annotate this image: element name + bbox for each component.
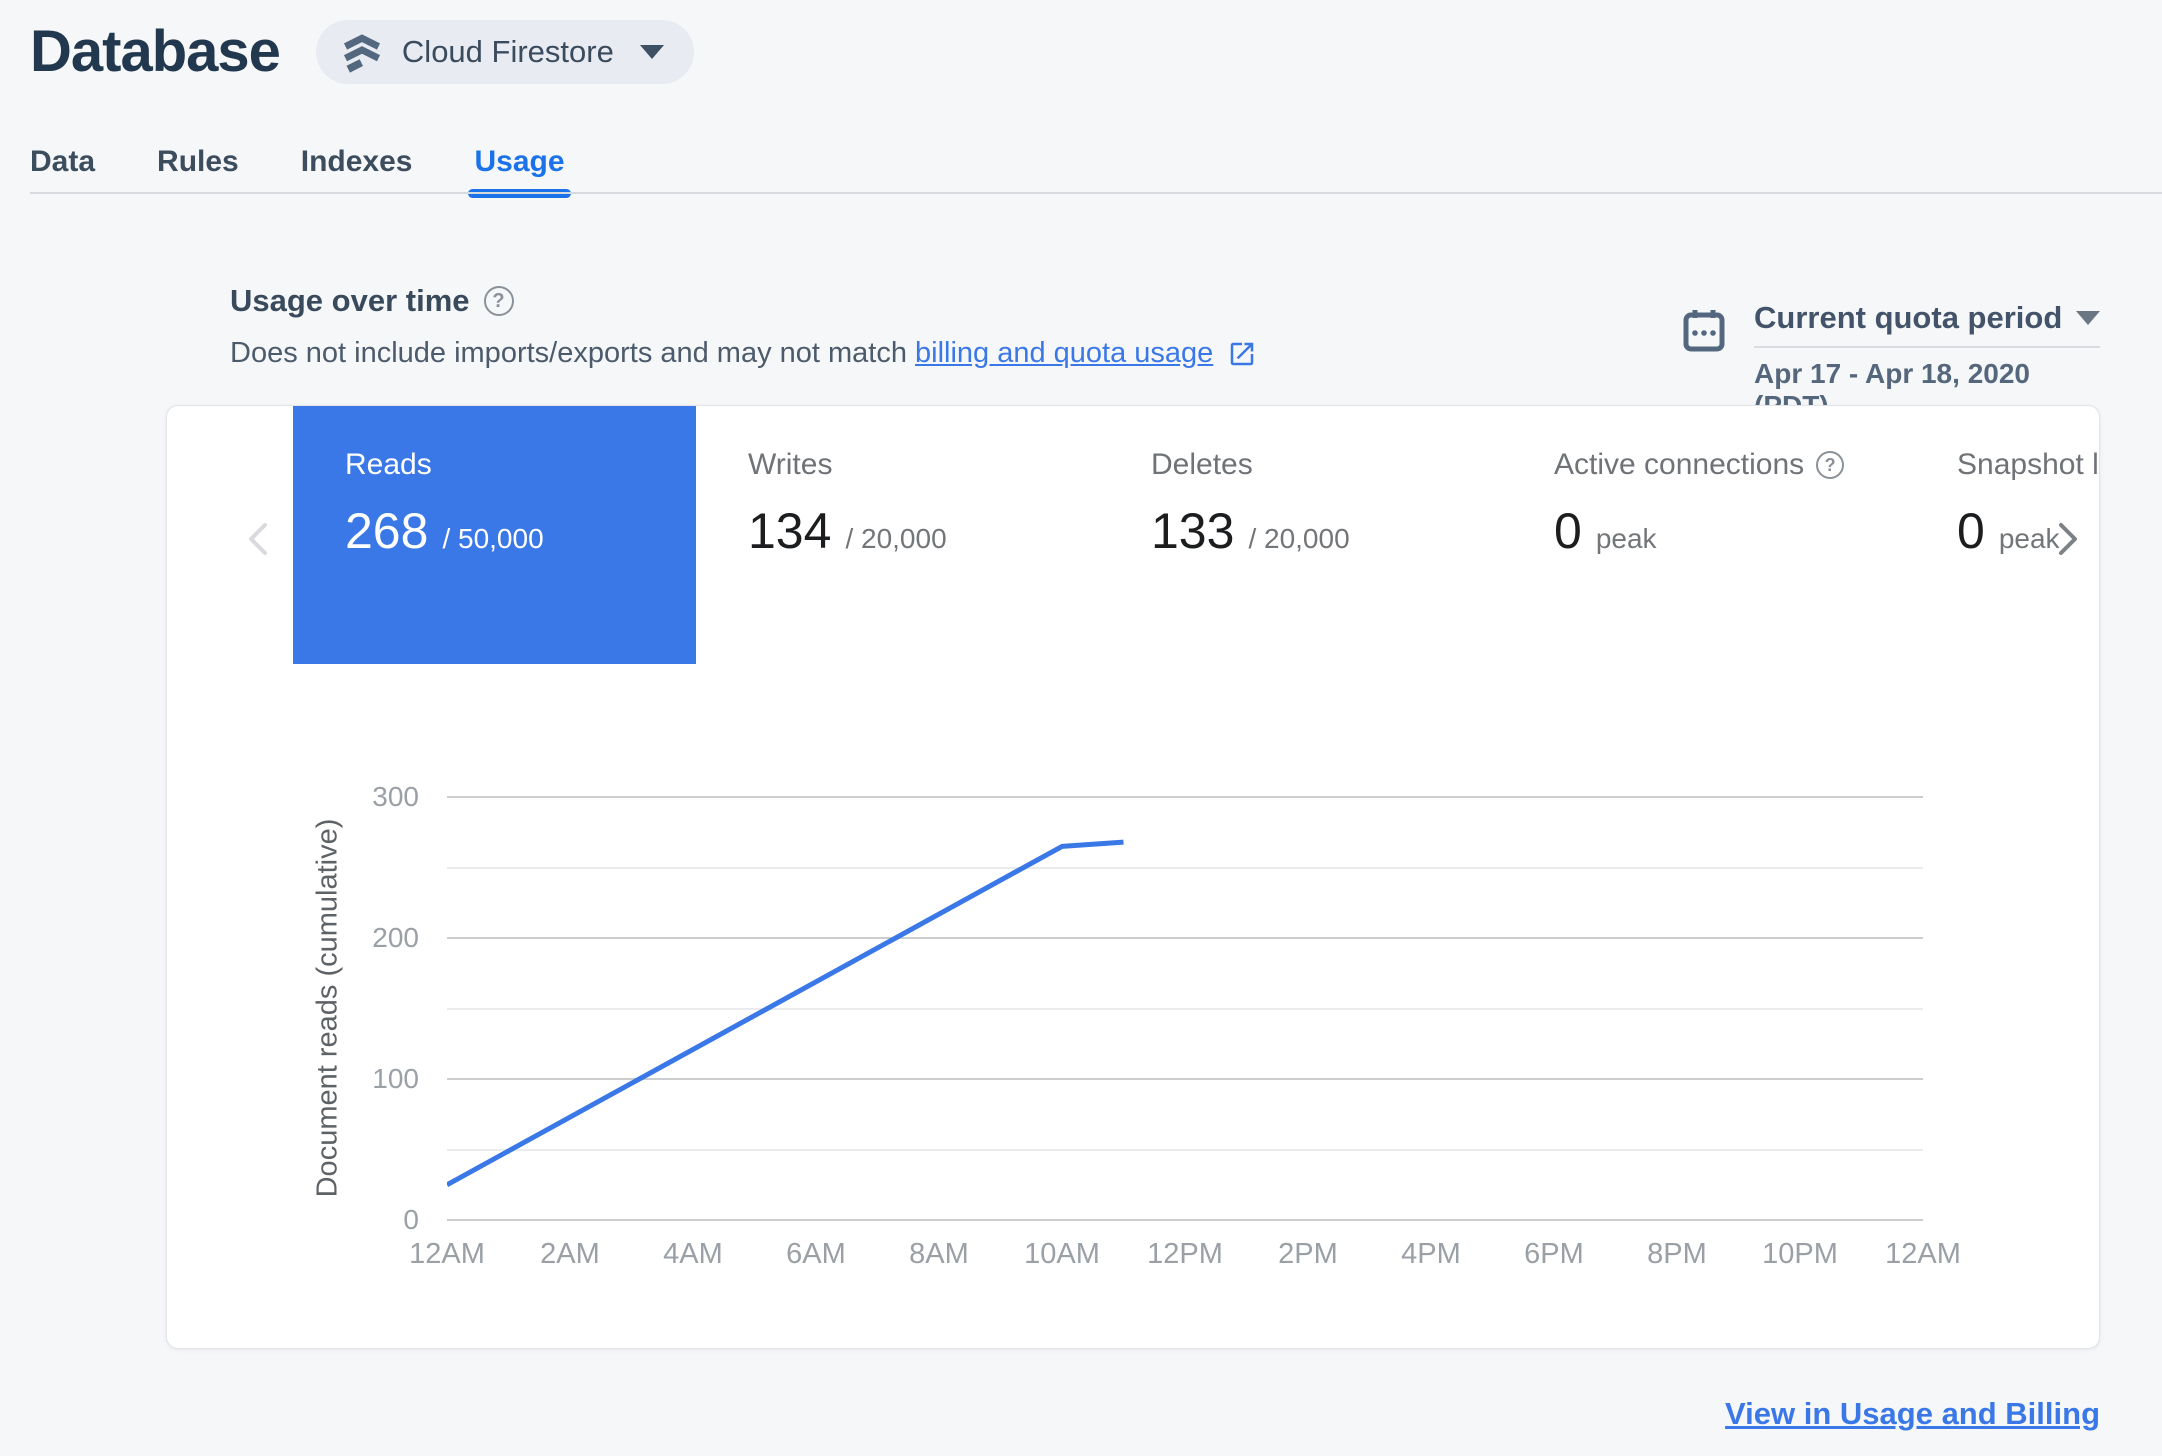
y-axis-title: Document reads (cumulative) bbox=[311, 818, 344, 1198]
x-tick-label: 8AM bbox=[909, 1238, 969, 1270]
usage-card: Reads 268 / 50,000 Writes 134 / 20,000 D… bbox=[166, 405, 2100, 1349]
metric-quota: / 20,000 bbox=[845, 523, 947, 554]
section-description: Does not include imports/exports and may… bbox=[230, 337, 907, 369]
metric-peak-label: peak bbox=[1595, 523, 1657, 554]
open-in-new-icon[interactable] bbox=[1227, 339, 1257, 369]
caret-down-icon bbox=[639, 44, 664, 59]
product-selector-label: Cloud Firestore bbox=[401, 33, 614, 69]
usage-line-chart bbox=[447, 839, 1124, 1187]
tab-rules[interactable]: Rules bbox=[157, 139, 239, 194]
x-axis-labels: 12AM 2AM 4AM 6AM 8AM 10AM 12PM 2PM 4PM 6PM 8PM 10PM… bbox=[409, 1238, 1961, 1278]
x-tick-label: 4AM bbox=[663, 1238, 723, 1270]
x-tick-label: 6AM bbox=[786, 1238, 846, 1270]
metric-tile[interactable]: Deletes 133 / 20,000 bbox=[1099, 406, 1502, 664]
quota-period-label: Current quota period bbox=[1754, 300, 2063, 335]
page-title: Database bbox=[30, 19, 281, 84]
quota-period-selector: Current quota period Apr 17 - Apr 18, 20… bbox=[1682, 300, 2100, 422]
tab-bar: Data Rules Indexes Usage bbox=[0, 139, 2162, 198]
metric-label: Reads bbox=[345, 448, 432, 481]
help-icon[interactable]: ? bbox=[1816, 451, 1845, 479]
calendar-icon bbox=[1682, 308, 1726, 354]
tab-divider bbox=[30, 192, 2162, 194]
y-tick-label: 100 bbox=[372, 1063, 419, 1094]
x-tick-label: 10PM bbox=[1762, 1238, 1838, 1270]
y-tick-label: 300 bbox=[372, 781, 419, 812]
x-tick-label: 2AM bbox=[540, 1238, 600, 1270]
x-tick-label: 2PM bbox=[1278, 1238, 1338, 1270]
metric-tile[interactable]: Reads 268 / 50,000 bbox=[293, 406, 696, 664]
metric-peak-label: peak bbox=[1998, 523, 2060, 554]
billing-quota-link[interactable]: billing and quota usage bbox=[915, 337, 1213, 370]
x-tick-label: 8PM bbox=[1647, 1238, 1707, 1270]
metric-label: Deletes bbox=[1151, 448, 1253, 481]
metric-tile[interactable]: Writes 134 / 20,000 bbox=[696, 406, 1099, 664]
metric-value: 0 bbox=[1554, 503, 1582, 559]
product-selector[interactable]: Cloud Firestore bbox=[315, 19, 694, 84]
page-header: Database Cloud Firestore bbox=[30, 18, 694, 85]
x-tick-label: 4PM bbox=[1401, 1238, 1461, 1270]
metric-tile[interactable]: Active connections ? 0 peak bbox=[1502, 406, 1905, 664]
x-tick-label: 12AM bbox=[409, 1238, 485, 1270]
x-tick-label: 10AM bbox=[1024, 1238, 1100, 1270]
metric-label: Snapshot listeners bbox=[1957, 448, 2099, 481]
firestore-icon bbox=[340, 30, 384, 74]
metric-label: Active connections bbox=[1554, 448, 1805, 481]
caret-down-icon bbox=[2076, 311, 2100, 325]
metric-quota: / 20,000 bbox=[1248, 523, 1350, 554]
metric-tile[interactable]: Snapshot listeners 0 peak bbox=[1905, 406, 2099, 664]
metric-label: Writes bbox=[748, 448, 833, 481]
x-tick-label: 12AM bbox=[1885, 1238, 1961, 1270]
metric-quota: / 50,000 bbox=[442, 523, 544, 554]
metric-value: 134 bbox=[748, 503, 832, 559]
plot-area bbox=[447, 796, 1923, 1221]
section-title: Usage over time bbox=[230, 283, 470, 318]
x-tick-label: 12PM bbox=[1147, 1238, 1223, 1270]
x-tick-label: 6PM bbox=[1524, 1238, 1584, 1270]
divider bbox=[1754, 346, 2100, 348]
metric-value: 268 bbox=[345, 503, 429, 559]
carousel-prev-button[interactable] bbox=[237, 517, 281, 561]
reads-series-line bbox=[447, 839, 1124, 1187]
view-usage-billing-link[interactable]: View in Usage and Billing bbox=[1725, 1396, 2100, 1432]
metric-value: 0 bbox=[1957, 503, 1985, 559]
tab-indexes[interactable]: Indexes bbox=[301, 139, 413, 194]
tab-usage[interactable]: Usage bbox=[468, 139, 571, 198]
metric-value: 133 bbox=[1151, 503, 1235, 559]
tab-data[interactable]: Data bbox=[30, 139, 95, 194]
y-tick-label: 0 bbox=[403, 1204, 419, 1235]
metric-tiles: Reads 268 / 50,000 Writes 134 / 20,000 D… bbox=[293, 406, 2099, 664]
y-tick-label: 200 bbox=[372, 922, 419, 953]
usage-section-header: Usage over time ? Does not include impor… bbox=[230, 283, 1257, 370]
y-axis-labels: 0 100 200 300 bbox=[347, 781, 433, 1235]
quota-period-dropdown[interactable]: Current quota period bbox=[1754, 300, 2100, 336]
help-icon[interactable]: ? bbox=[483, 286, 514, 316]
